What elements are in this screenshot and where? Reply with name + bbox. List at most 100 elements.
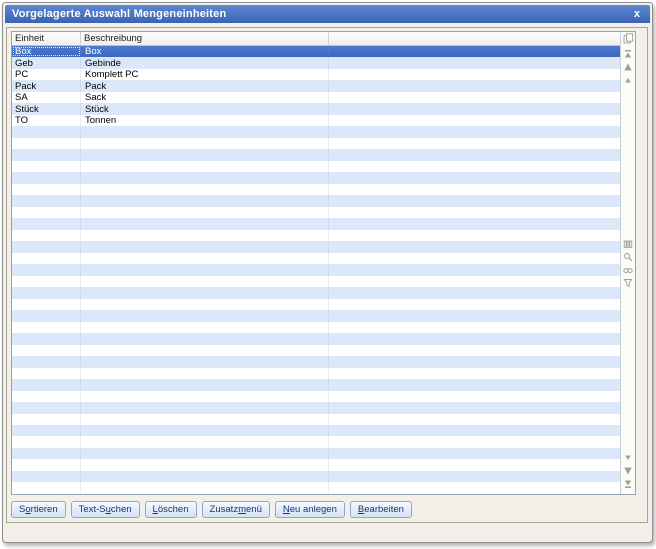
table-row-empty[interactable] [12, 264, 620, 276]
table-row[interactable]: TO Tonnen [12, 114, 620, 127]
grid-main: Einheit Beschreibung Box Box Geb Gebinde PC K… [12, 32, 620, 494]
table-row-empty[interactable] [12, 321, 620, 334]
units-table: Einheit Beschreibung Box Box Geb Gebinde PC K… [11, 31, 636, 495]
cell-beschreibung: Tonnen [81, 114, 329, 127]
cell-beschreibung: Pack [81, 80, 329, 92]
button-l-schen[interactable]: Löschen [144, 501, 197, 518]
table-row-empty[interactable] [12, 252, 620, 265]
cell-beschreibung: Stück [81, 103, 329, 115]
column-header-einheit[interactable]: Einheit [12, 32, 81, 45]
scroll-down-icon[interactable] [623, 465, 634, 476]
cell-beschreibung [81, 241, 329, 253]
table-row-empty[interactable] [12, 206, 620, 219]
scroll-up-icon[interactable] [623, 61, 634, 72]
cell-beschreibung [81, 252, 329, 265]
table-row-empty[interactable] [12, 183, 620, 196]
table-body[interactable]: Box Box Geb Gebinde PC Komplett PC Pack Pack SA S… [12, 46, 620, 494]
table-row-empty[interactable] [12, 160, 620, 173]
table-row-empty[interactable] [12, 482, 620, 494]
table-row-empty[interactable] [12, 275, 620, 288]
cell-beschreibung: Gebinde [81, 57, 329, 69]
table-row-empty[interactable] [12, 379, 620, 391]
cell-einheit [12, 264, 81, 276]
table-row-empty[interactable] [12, 436, 620, 448]
table-row-empty[interactable] [12, 195, 620, 207]
button-bearbeiten[interactable]: Bearbeiten [349, 501, 412, 518]
cell-einheit [12, 333, 81, 345]
cell-beschreibung [81, 436, 329, 448]
table-row-empty[interactable] [12, 298, 620, 311]
table-row-empty[interactable] [12, 287, 620, 299]
table-row-empty[interactable] [12, 402, 620, 414]
titlebar[interactable]: Vorgelagerte Auswahl Mengeneinheiten x [5, 5, 650, 23]
scroll-first-icon[interactable] [623, 48, 634, 59]
table-row-empty[interactable] [12, 229, 620, 242]
cell-empty [329, 333, 620, 344]
cell-empty [329, 402, 620, 413]
cell-empty [329, 115, 620, 126]
table-row-empty[interactable] [12, 344, 620, 357]
table-row[interactable]: Box Box [12, 46, 620, 58]
grid-side-rail [620, 32, 635, 494]
column-header-beschreibung[interactable]: Beschreibung [81, 32, 329, 45]
table-row-empty[interactable] [12, 241, 620, 253]
binoculars-icon[interactable] [623, 264, 634, 275]
cell-einheit [12, 390, 81, 403]
button-zusatzmen-[interactable]: Zusatzmenü [201, 501, 270, 518]
table-row[interactable]: PC Komplett PC [12, 68, 620, 81]
cell-empty [329, 299, 620, 310]
scroll-last-icon[interactable] [623, 478, 634, 489]
table-row-empty[interactable] [12, 218, 620, 230]
scroll-up-small-icon[interactable] [623, 74, 634, 85]
cell-empty [329, 230, 620, 241]
cell-empty [329, 126, 620, 137]
scroll-down-small-icon[interactable] [623, 452, 634, 463]
table-row[interactable]: Geb Gebinde [12, 57, 620, 69]
cell-einheit [12, 470, 81, 483]
search-icon[interactable] [623, 251, 634, 262]
table-row-empty[interactable] [12, 470, 620, 483]
cell-beschreibung [81, 470, 329, 483]
table-row-empty[interactable] [12, 356, 620, 368]
cell-einheit [12, 436, 81, 448]
table-row[interactable]: SA Sack [12, 91, 620, 104]
table-row-empty[interactable] [12, 447, 620, 460]
cell-beschreibung: Sack [81, 91, 329, 104]
button-neu-anlegen[interactable]: Neu anlegen [274, 501, 345, 518]
table-row[interactable]: Pack Pack [12, 80, 620, 92]
button-sortieren[interactable]: Sortieren [11, 501, 66, 518]
button-text-suchen[interactable]: Text-Suchen [70, 501, 140, 518]
cell-empty [329, 482, 620, 493]
table-row-empty[interactable] [12, 137, 620, 150]
table-row-empty[interactable] [12, 172, 620, 184]
filter-icon[interactable] [623, 277, 634, 288]
table-row-empty[interactable] [12, 126, 620, 138]
cell-einheit [12, 379, 81, 391]
rail-group-bot [621, 452, 635, 489]
table-row-empty[interactable] [12, 390, 620, 403]
cell-beschreibung [81, 356, 329, 368]
table-row-empty[interactable] [12, 413, 620, 425]
cell-einheit: Stück [12, 103, 81, 115]
table-row-empty[interactable] [12, 424, 620, 437]
close-icon[interactable]: x [631, 8, 643, 20]
cell-beschreibung [81, 459, 329, 471]
table-row-empty[interactable] [12, 367, 620, 380]
cell-beschreibung [81, 229, 329, 242]
table-row-empty[interactable] [12, 459, 620, 471]
window-title: Vorgelagerte Auswahl Mengeneinheiten [12, 8, 227, 20]
cell-beschreibung [81, 321, 329, 334]
table-row-empty[interactable] [12, 149, 620, 161]
column-header-empty [329, 32, 620, 45]
cell-beschreibung [81, 160, 329, 173]
table-row-empty[interactable] [12, 310, 620, 322]
table-row[interactable]: Stück Stück [12, 103, 620, 115]
cell-empty [329, 276, 620, 287]
table-row-empty[interactable] [12, 333, 620, 345]
copy-icon[interactable] [623, 33, 634, 44]
cell-empty [329, 241, 620, 252]
cell-einheit [12, 160, 81, 173]
cell-empty [329, 425, 620, 436]
rail-group-top [621, 48, 635, 85]
grid-columns-icon[interactable] [623, 238, 634, 249]
